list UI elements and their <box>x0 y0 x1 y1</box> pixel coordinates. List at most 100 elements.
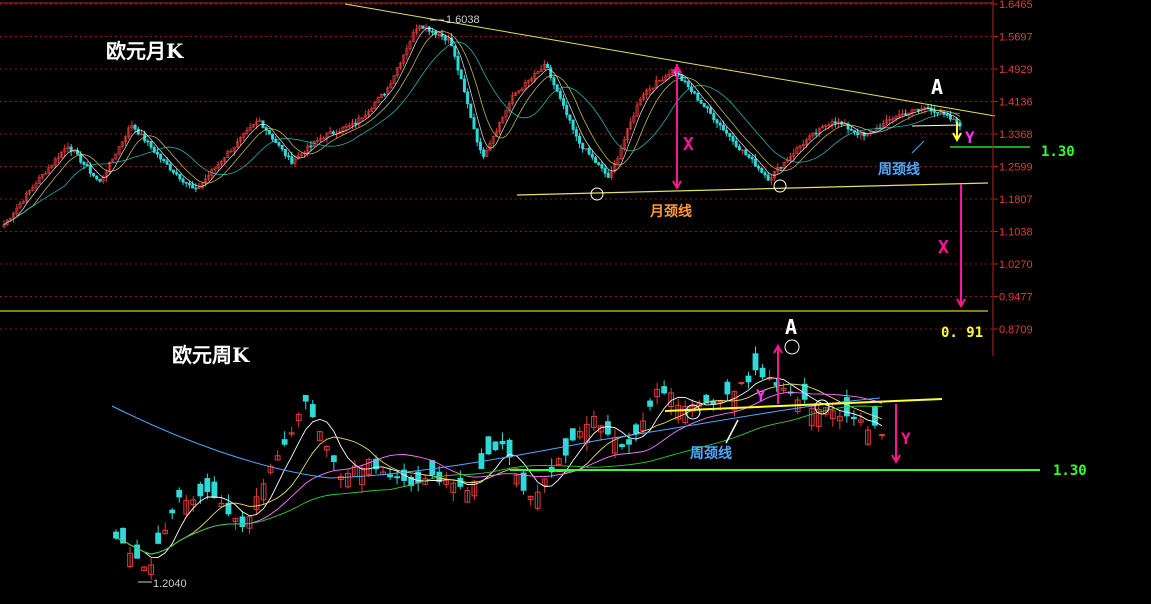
axis-tick-label: 1.2599 <box>999 162 1033 174</box>
weekly-y-label-2: Y <box>901 429 911 448</box>
weekly-candle-body <box>155 532 162 544</box>
monthly-high-label: 1.6038 <box>446 14 480 26</box>
monthly-inner-neckline <box>911 124 961 127</box>
monthly-target-label: 1.30 <box>1041 144 1075 160</box>
monthly-candle-body <box>833 121 837 124</box>
weekly-candle-body <box>113 531 119 539</box>
monthly-chart-title: 欧元月K <box>106 39 184 63</box>
weekly-candle-body <box>752 353 759 371</box>
axis-tick-label: 1.5697 <box>999 32 1033 44</box>
monthly-inner-neckline-pointer <box>911 140 925 154</box>
monthly-candle-body <box>146 140 150 143</box>
weekly-candle-body <box>309 404 316 418</box>
monthly-candle-body <box>606 173 610 178</box>
monthly-candle-body <box>779 167 783 169</box>
weekly-ma60 <box>111 397 881 479</box>
monthly-inner-neckline-label: 周颈线 <box>878 161 920 178</box>
monthly-neckline <box>516 182 989 196</box>
monthly-candle-body <box>133 125 137 130</box>
weekly-target-label: 1.30 <box>1053 463 1087 479</box>
axis-tick-label: 0.9477 <box>999 292 1033 304</box>
weekly-candle-body <box>738 382 745 385</box>
weekly-candle-body <box>485 436 492 455</box>
monthly-y-label: Y <box>965 128 975 147</box>
weekly-candle-body <box>605 421 611 435</box>
monthly-candle-body <box>696 92 700 101</box>
weekly-candle-body <box>492 441 499 451</box>
monthly-candle-body <box>766 174 770 181</box>
monthly-candle-body <box>571 119 575 130</box>
monthly-candle-body <box>149 141 153 148</box>
monthly-candle-body <box>728 132 732 137</box>
weekly-candle-body <box>211 481 218 498</box>
monthly-candle-body <box>309 145 313 148</box>
weekly-candle-body <box>176 489 183 498</box>
monthly-candle-body <box>581 143 585 150</box>
monthly-candle-body <box>277 142 281 146</box>
weekly-candle-body <box>429 460 436 476</box>
axis-tick-label: 0.8709 <box>999 324 1033 336</box>
monthly-pattern-label: A <box>931 75 943 99</box>
monthly-candle-body <box>734 140 738 147</box>
monthly-candle-body <box>562 98 566 106</box>
weekly-candle-body <box>759 367 766 378</box>
monthly-candle-body <box>590 153 594 158</box>
monthly-candle-body <box>731 136 735 142</box>
monthly-candle-body <box>753 158 757 167</box>
monthly-candle-body <box>597 162 601 165</box>
monthly-candle-body <box>95 175 99 180</box>
monthly-candle-body <box>462 78 466 93</box>
monthly-candle-body <box>705 106 709 109</box>
monthly-low-circle-2 <box>773 179 787 193</box>
monthly-candle-body <box>427 26 431 32</box>
monthly-candle-body <box>430 31 434 33</box>
monthly-candle-body <box>482 149 486 157</box>
weekly-circle-right <box>814 399 830 415</box>
monthly-candle-body <box>686 81 690 88</box>
monthly-candle-body <box>443 36 447 41</box>
monthly-candle-body <box>744 149 748 155</box>
monthly-candle-body <box>421 25 425 29</box>
monthly-candle-body <box>814 132 818 135</box>
monthly-candle-body <box>92 173 96 177</box>
monthly-candle-body <box>600 164 604 169</box>
monthly-candle-body <box>171 169 175 173</box>
monthly-candle-body <box>181 178 185 183</box>
monthly-candle-body <box>587 147 591 155</box>
monthly-candle-body <box>165 160 169 165</box>
weekly-candle-body <box>169 509 176 514</box>
weekly-candle-body <box>626 439 632 445</box>
monthly-candle-body <box>453 45 457 57</box>
monthly-candle-body <box>280 144 284 150</box>
monthly-candle-body <box>159 154 163 160</box>
monthly-candle-body <box>354 122 358 125</box>
monthly-candle-body <box>932 110 936 113</box>
monthly-target-label-2: 0. 91 <box>941 325 983 341</box>
monthly-candle-body <box>578 135 582 144</box>
moving-average-lines <box>3 27 961 558</box>
weekly-ma5 <box>115 377 883 558</box>
monthly-descending-trendline <box>344 3 996 117</box>
monthly-candle-body <box>916 109 920 111</box>
weekly-candle-body <box>647 400 653 407</box>
weekly-candle-body <box>850 416 857 420</box>
monthly-candle-body <box>574 129 578 137</box>
monthly-candle-body <box>699 100 703 104</box>
monthly-candle-body <box>945 114 949 116</box>
monthly-candle-body <box>271 134 275 140</box>
axis-tick-label: 1.0270 <box>999 259 1033 271</box>
monthly-candle-body <box>904 113 908 116</box>
weekly-candle-body <box>703 394 710 404</box>
monthly-candle-body <box>136 128 140 135</box>
monthly-candle-body <box>718 122 722 126</box>
weekly-candle-body <box>197 483 204 497</box>
monthly-candle-body <box>702 102 706 107</box>
monthly-candle-body <box>187 182 191 186</box>
weekly-y-label-1: Y <box>756 386 766 405</box>
weekly-candle-body <box>724 381 731 395</box>
monthly-candle-body <box>290 156 294 164</box>
monthly-candle-body <box>936 112 940 114</box>
monthly-candle-body <box>763 172 767 176</box>
monthly-candle-body <box>546 64 550 69</box>
monthly-candle-body <box>683 80 687 83</box>
